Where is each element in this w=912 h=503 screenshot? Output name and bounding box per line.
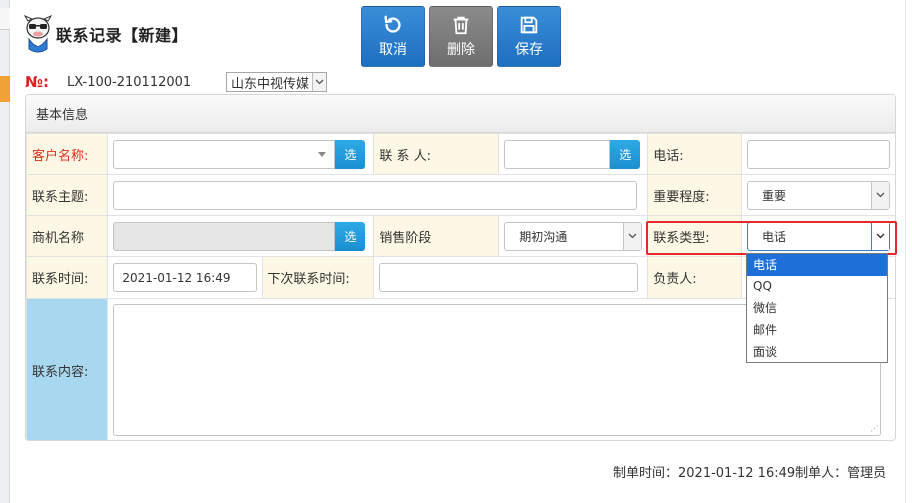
- contact-type-cell: 电话: [740, 215, 895, 257]
- undo-icon: [384, 15, 401, 33]
- caret-down-icon: [318, 151, 327, 157]
- subject-label: 联系主题:: [26, 174, 109, 216]
- customer-cell: 选: [107, 133, 375, 175]
- contact-label: 联 系 人:: [373, 133, 500, 175]
- delete-button-label: 删除: [447, 42, 475, 58]
- form-row: 联系主题: 重要程度: 重要: [26, 174, 895, 216]
- opportunity-pick-button[interactable]: 选: [335, 221, 366, 251]
- delete-button[interactable]: 删除: [429, 6, 493, 67]
- dropdown-option-email[interactable]: 邮件: [747, 319, 887, 341]
- stage-select[interactable]: 期初沟通: [504, 221, 643, 251]
- phone-input[interactable]: [746, 139, 890, 169]
- stage-label: 销售阶段: [373, 215, 500, 257]
- toolbar: 取消 删除 保存: [361, 6, 561, 67]
- phone-label: 电话:: [647, 133, 742, 175]
- save-button-label: 保存: [515, 42, 543, 58]
- company-select-value: 山东中视传媒: [231, 76, 310, 92]
- record-number-line: №: LX-100-210112001: [25, 72, 191, 92]
- background-page-strip: [0, 0, 10, 503]
- chevron-down-icon: [870, 222, 889, 250]
- next-time-cell: [373, 256, 649, 299]
- contact-time-label: 联系时间:: [26, 256, 109, 299]
- page-header: 联系记录【新建】: [22, 14, 188, 54]
- opportunity-label: 商机名称: [26, 215, 109, 257]
- importance-value: 重要: [761, 188, 786, 203]
- chevron-down-icon: [870, 181, 889, 209]
- stage-value: 期初沟通: [519, 229, 568, 244]
- contact-type-label: 联系类型:: [647, 215, 742, 257]
- background-right-strip: [905, 0, 912, 503]
- contact-type-select[interactable]: 电话: [746, 221, 890, 251]
- importance-label: 重要程度:: [647, 174, 742, 216]
- dropdown-option-phone[interactable]: 电话: [747, 254, 887, 276]
- floppy-disk-icon: [520, 16, 538, 34]
- chevron-down-icon: [312, 73, 327, 91]
- form-row: 商机名称 选 销售阶段 期初沟通 联系类型: 电话: [26, 215, 895, 257]
- contact-time-input[interactable]: 2021-01-12 16:49: [113, 263, 258, 292]
- customer-pick-button[interactable]: 选: [335, 139, 366, 169]
- page-title: 联系记录【新建】: [56, 26, 189, 45]
- cancel-button[interactable]: 取消: [361, 6, 425, 67]
- number-label: №:: [25, 73, 50, 91]
- resize-grip-icon[interactable]: ⋰: [870, 424, 878, 433]
- subject-cell: [107, 174, 649, 216]
- contact-type-dropdown: 电话 QQ 微信 邮件 面谈: [746, 253, 888, 363]
- contact-type-value: 电话: [761, 229, 786, 244]
- content-label: 联系内容:: [26, 298, 109, 440]
- stage-cell: 期初沟通: [498, 215, 649, 257]
- customer-label: 客户名称:: [26, 133, 109, 175]
- panel-title: 基本信息: [26, 95, 895, 133]
- cancel-button-label: 取消: [379, 42, 407, 58]
- customer-select[interactable]: [113, 139, 336, 169]
- contact-cell: 选: [498, 133, 649, 175]
- form-row: 客户名称: 选 联 系 人: 选 电话:: [26, 133, 895, 175]
- mascot-logo-icon: [22, 14, 54, 53]
- dropdown-option-qq[interactable]: QQ: [747, 276, 887, 298]
- background-orange-marker: [0, 76, 10, 102]
- opportunity-cell: 选: [107, 215, 375, 257]
- dropdown-option-meeting[interactable]: 面谈: [747, 340, 887, 362]
- chevron-down-icon: [623, 222, 642, 250]
- importance-select[interactable]: 重要: [746, 180, 890, 210]
- save-button[interactable]: 保存: [497, 6, 561, 67]
- importance-cell: 重要: [740, 174, 895, 216]
- dropdown-option-wechat[interactable]: 微信: [747, 297, 887, 319]
- opportunity-input[interactable]: [113, 221, 336, 251]
- contact-pick-button[interactable]: 选: [610, 139, 641, 169]
- contact-time-value: 2021-01-12 16:49: [122, 270, 231, 285]
- trash-icon: [453, 16, 469, 35]
- contact-input[interactable]: [504, 139, 611, 169]
- company-select[interactable]: 山东中视传媒: [226, 72, 328, 92]
- contact-time-cell: 2021-01-12 16:49 下次联系时间:: [107, 256, 375, 299]
- record-number: LX-100-210112001: [67, 74, 192, 90]
- next-time-label: 下次联系时间:: [262, 257, 374, 298]
- background-tab: [0, 8, 10, 30]
- phone-cell: [740, 133, 895, 175]
- owner-label: 负责人:: [647, 256, 742, 299]
- next-time-input[interactable]: [379, 263, 639, 292]
- subject-input[interactable]: [113, 180, 638, 210]
- creation-info: 制单时间：2021-01-12 16:49制单人：管理员: [613, 466, 887, 481]
